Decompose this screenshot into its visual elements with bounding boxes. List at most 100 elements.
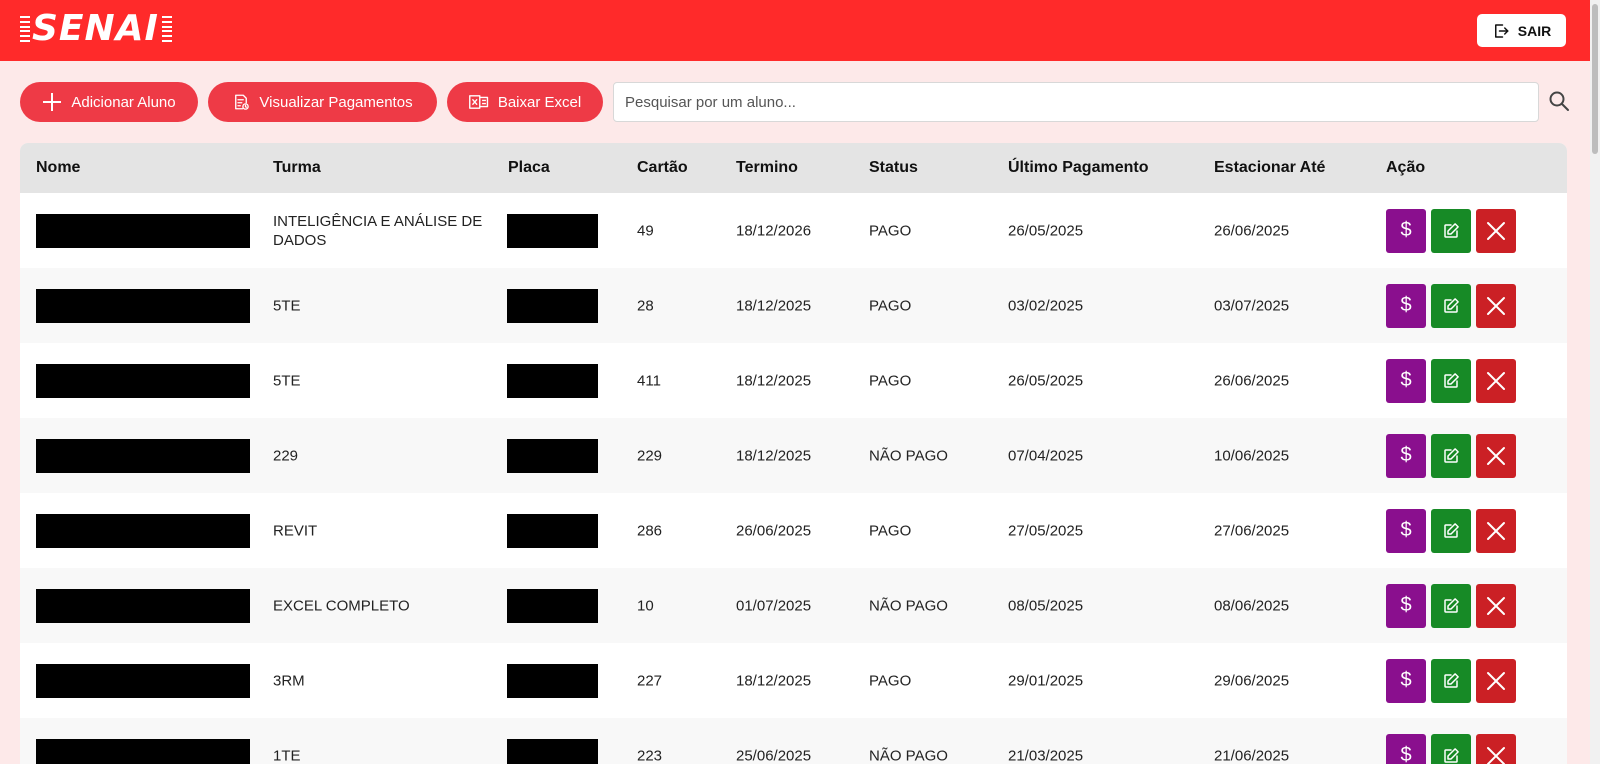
cell-estacionar-ate: 26/06/2025 [1214,222,1290,239]
edit-icon [1444,672,1459,688]
edit-button[interactable] [1431,358,1471,403]
edit-icon [1444,372,1459,388]
cell-status: PAGO [869,672,912,689]
cell-termino: 26/06/2025 [736,522,812,539]
cell-estacionar-ate: 10/06/2025 [1214,447,1290,464]
cell-ultimo-pagamento: 26/05/2025 [1008,222,1084,239]
redacted-placa [507,213,598,248]
redacted-placa [507,738,598,764]
edit-button[interactable] [1431,433,1471,478]
logout-label: SAIR [1517,22,1552,39]
cell-cartao: 286 [637,522,663,539]
delete-button[interactable] [1476,283,1516,328]
pay-button[interactable]: $ [1386,358,1426,403]
edit-icon [1444,447,1459,463]
redacted-placa [507,288,598,323]
column-header-cartao: Cartão [637,159,688,176]
delete-button[interactable] [1476,733,1516,764]
add-student-label: Adicionar Aluno [71,93,176,111]
cell-estacionar-ate: 03/07/2025 [1214,297,1290,314]
redacted-name [36,663,250,698]
cell-turma: 1TE [273,747,301,764]
payments-report-icon [235,94,250,110]
cell-status: PAGO [869,372,912,389]
dollar-icon: $ [1400,744,1412,764]
cell-status: PAGO [869,297,912,314]
pay-button[interactable]: $ [1386,283,1426,328]
page-scrollbar[interactable] [1590,0,1600,764]
column-header-placa: Placa [508,159,550,176]
logout-icon [1494,23,1509,38]
pay-button[interactable]: $ [1386,433,1426,478]
edit-button[interactable] [1431,283,1471,328]
pay-button[interactable]: $ [1386,583,1426,628]
cell-status: PAGO [869,222,912,239]
redacted-name [36,213,250,248]
search-input[interactable] [613,82,1539,122]
close-icon [1487,446,1505,465]
table-row: EXCEL COMPLETO 10 01/07/2025 NÃO PAGO 08/05/… [20,568,1567,643]
edit-button[interactable] [1431,508,1471,553]
table-row: REVIT 286 26/06/2025 PAGO 27/05/2025 27/06/20… [20,493,1567,568]
cell-cartao: 227 [637,672,663,689]
cell-cartao: 229 [637,447,663,464]
scrollbar-thumb[interactable] [1592,4,1598,154]
cell-ultimo-pagamento: 26/05/2025 [1008,372,1084,389]
close-icon [1487,221,1505,240]
cell-ultimo-pagamento: 21/03/2025 [1008,747,1084,764]
edit-icon [1444,522,1459,538]
cell-cartao: 28 [637,297,654,314]
pay-button[interactable]: $ [1386,508,1426,553]
table-row: 5TE 28 18/12/2025 PAGO 03/02/2025 03/07/2025 $ [20,268,1567,343]
dollar-icon: $ [1400,669,1412,691]
delete-button[interactable] [1476,433,1516,478]
app-header: SENAI SAIR [0,0,1590,61]
cell-ultimo-pagamento: 27/05/2025 [1008,522,1084,539]
view-payments-button[interactable]: Visualizar Pagamentos [208,82,437,122]
delete-button[interactable] [1476,208,1516,253]
senai-logo: SENAI [20,11,172,47]
cell-estacionar-ate: 26/06/2025 [1214,372,1290,389]
edit-button[interactable] [1431,208,1471,253]
cell-ultimo-pagamento: 29/01/2025 [1008,672,1084,689]
edit-button[interactable] [1431,733,1471,764]
column-header-turma: Turma [273,159,321,176]
cell-termino: 18/12/2025 [736,297,812,314]
column-header-status: Status [869,159,918,176]
add-student-button[interactable]: Adicionar Aluno [20,82,198,122]
download-excel-button[interactable]: Baixar Excel [447,82,603,122]
pay-button[interactable]: $ [1386,208,1426,253]
logo-text: SENAI [32,8,159,49]
cell-turma: 5TE [273,297,301,314]
pay-button[interactable]: $ [1386,733,1426,764]
logo-lines-decoration [20,16,30,42]
cell-termino: 01/07/2025 [736,597,812,614]
table-header: Nome Turma Placa Cartão Termino Status Ú… [20,143,1567,193]
dollar-icon: $ [1400,219,1412,241]
cell-termino: 18/12/2025 [736,672,812,689]
cell-ultimo-pagamento: 03/02/2025 [1008,297,1084,314]
search-icon[interactable] [1547,89,1571,113]
cell-turma: INTELIGÊNCIA E ANÁLISE DE DADOS [273,212,483,249]
close-icon [1487,596,1505,615]
cell-turma: REVIT [273,522,318,539]
dollar-icon: $ [1400,594,1412,616]
edit-icon [1444,597,1459,613]
redacted-name [36,438,250,473]
pay-button[interactable]: $ [1386,658,1426,703]
cell-cartao: 49 [637,222,654,239]
edit-button[interactable] [1431,658,1471,703]
table-row: 1TE 223 25/06/2025 NÃO PAGO 21/03/2025 21/06/… [20,718,1567,764]
cell-cartao: 10 [637,597,654,614]
close-icon [1487,296,1505,315]
edit-button[interactable] [1431,583,1471,628]
cell-estacionar-ate: 27/06/2025 [1214,522,1290,539]
delete-button[interactable] [1476,508,1516,553]
delete-button[interactable] [1476,658,1516,703]
redacted-name [36,513,250,548]
logout-button[interactable]: SAIR [1477,14,1566,47]
delete-button[interactable] [1476,583,1516,628]
close-icon [1487,671,1505,690]
delete-button[interactable] [1476,358,1516,403]
close-icon [1487,746,1505,764]
